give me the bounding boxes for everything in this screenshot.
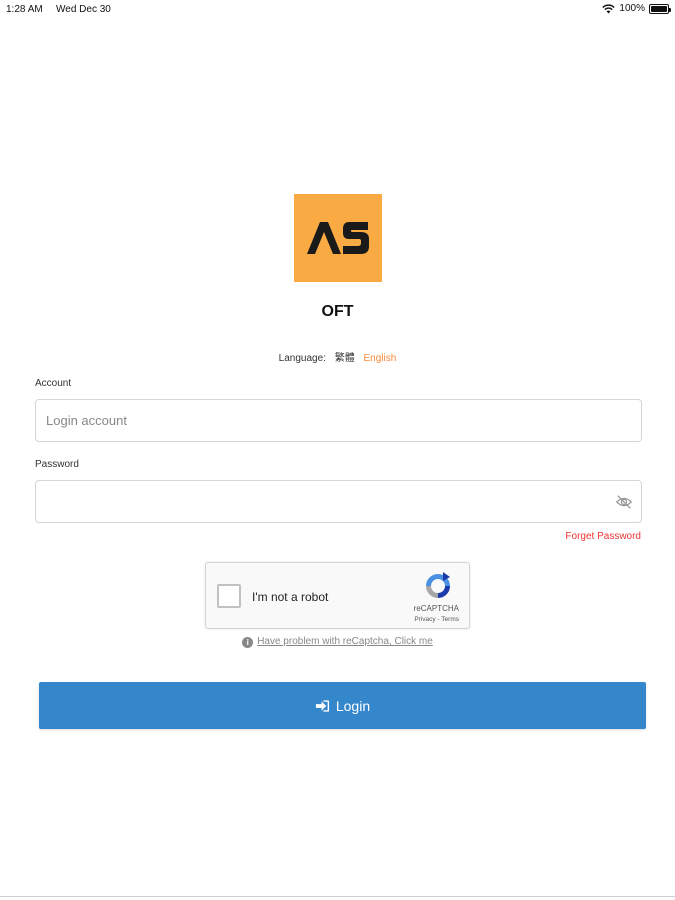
bottom-divider [0,896,675,897]
recaptcha-brand: reCAPTCHA [413,604,459,613]
battery-percent: 100% [619,3,645,14]
captcha-help-link[interactable]: Have problem with reCaptcha, Click me [257,636,433,647]
language-option-traditional-chinese[interactable]: 繁體 [335,353,355,364]
password-label: Password [35,459,79,470]
eye-slash-icon[interactable] [615,493,633,511]
password-input[interactable] [36,481,641,522]
status-date: Wed Dec 30 [56,4,111,15]
recaptcha-label: I'm not a robot [252,590,329,604]
login-button-label: Login [335,697,371,714]
account-field-box [35,399,642,442]
info-icon: i [242,637,254,648]
status-time: 1:28 AM [6,4,43,15]
recaptcha-widget: I'm not a robot reCAPTCHA Privacy - Term… [205,562,470,629]
recaptcha-checkbox[interactable] [217,584,241,608]
wifi-icon [602,3,616,13]
password-field-box [35,480,642,523]
language-switcher: Language: 繁體 English [0,349,675,364]
sign-in-icon [315,699,329,712]
recaptcha-terms-link[interactable]: Privacy - Terms [414,616,459,623]
language-label: Language: [278,353,326,364]
language-option-english[interactable]: English [364,353,397,364]
forget-password-link[interactable]: Forget Password [565,531,641,542]
app-name: OFT [321,303,354,320]
status-bar: 1:28 AM Wed Dec 30 100% [0,0,675,20]
app-logo [294,194,382,282]
login-button[interactable]: Login [39,682,646,729]
app-logo-mark [307,222,369,254]
battery-icon [649,3,671,14]
status-indicators: 100% [602,3,671,14]
account-input[interactable] [36,400,641,441]
recaptcha-logo-icon [426,572,450,598]
account-label: Account [35,378,72,389]
captcha-help: i Have problem with reCaptcha, Click me [0,636,675,648]
